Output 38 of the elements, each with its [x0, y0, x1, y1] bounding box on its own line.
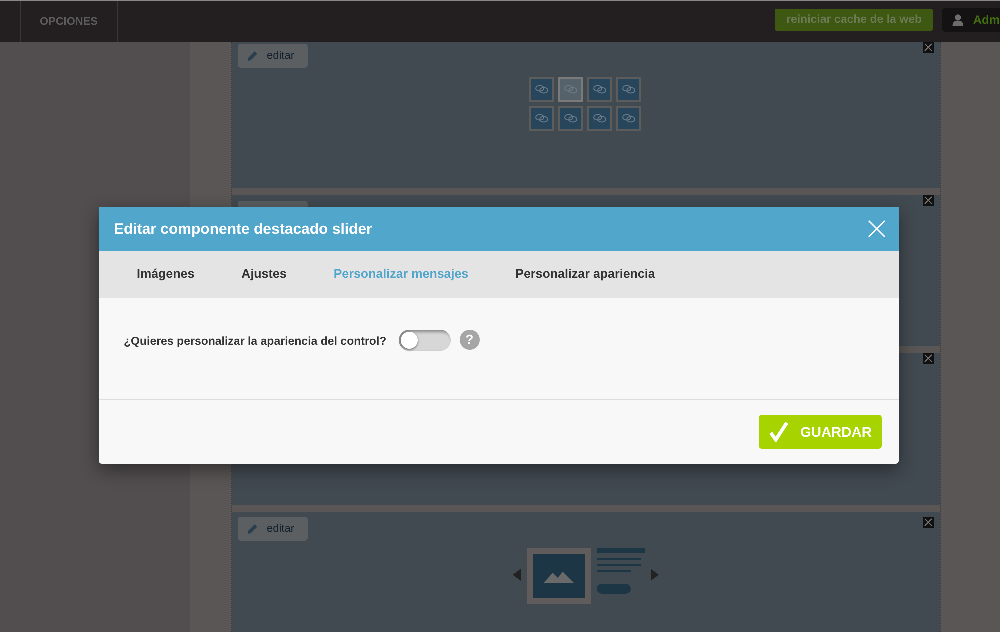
remove-icon[interactable] [923, 42, 934, 53]
link-icon [622, 85, 636, 94]
gallery-tile[interactable] [616, 77, 641, 102]
question-label: ¿Quieres personalizar la apariencia del control? [124, 336, 387, 348]
link-icon [564, 114, 578, 123]
gallery-tile[interactable] [558, 77, 583, 102]
remove-icon[interactable] [923, 517, 934, 528]
gallery-tile[interactable] [616, 106, 641, 131]
dialog-title: Editar componente destacado slider [114, 220, 374, 238]
toggle-switch[interactable] [398, 330, 451, 351]
link-icon [534, 114, 548, 123]
link-icon [564, 85, 578, 94]
menu-item[interactable]: OPCIONES [20, 1, 118, 42]
gallery-tile[interactable] [558, 106, 583, 131]
tab[interactable]: Ajustes [242, 251, 287, 298]
close-icon[interactable] [868, 220, 886, 238]
gallery-tile[interactable] [529, 106, 554, 131]
link-icon [592, 85, 606, 94]
link-icon [622, 114, 636, 123]
link-icon [592, 114, 606, 123]
edit-button[interactable]: editar [238, 517, 308, 541]
check-icon [769, 422, 790, 442]
link-icon [534, 85, 548, 94]
tab[interactable]: Imágenes [137, 251, 195, 298]
pencil-icon [247, 523, 259, 535]
user-button[interactable]: Adm [942, 8, 1000, 32]
edit-button[interactable]: editar [238, 44, 308, 68]
gallery-tile[interactable] [587, 106, 612, 131]
cache-button[interactable]: reiniciar cache de la web [775, 8, 933, 30]
gallery-tile[interactable] [529, 77, 554, 102]
pencil-icon [247, 50, 259, 62]
remove-icon[interactable] [923, 353, 934, 364]
save-button[interactable]: GUARDAR [759, 415, 882, 449]
remove-icon[interactable] [923, 195, 934, 206]
user-icon [952, 12, 964, 28]
gallery-tile[interactable] [587, 77, 612, 102]
help-icon[interactable]: ? [460, 330, 480, 350]
tab[interactable]: Personalizar apariencia [516, 251, 656, 298]
